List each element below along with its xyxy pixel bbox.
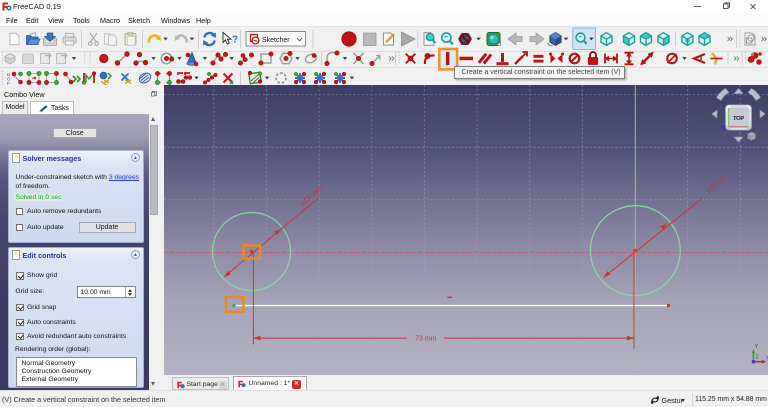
- svg-text:Sketcher: Sketcher: [262, 37, 290, 44]
- svg-text:Z: Z: [756, 355, 759, 361]
- svg-text:TOP: TOP: [733, 116, 744, 122]
- svg-text:⌀17 mm: ⌀17 mm: [706, 173, 730, 195]
- svg-text:?: ?: [232, 35, 238, 46]
- svg-text:73 mm: 73 mm: [415, 336, 437, 343]
- svg-text:Y: Y: [754, 344, 758, 350]
